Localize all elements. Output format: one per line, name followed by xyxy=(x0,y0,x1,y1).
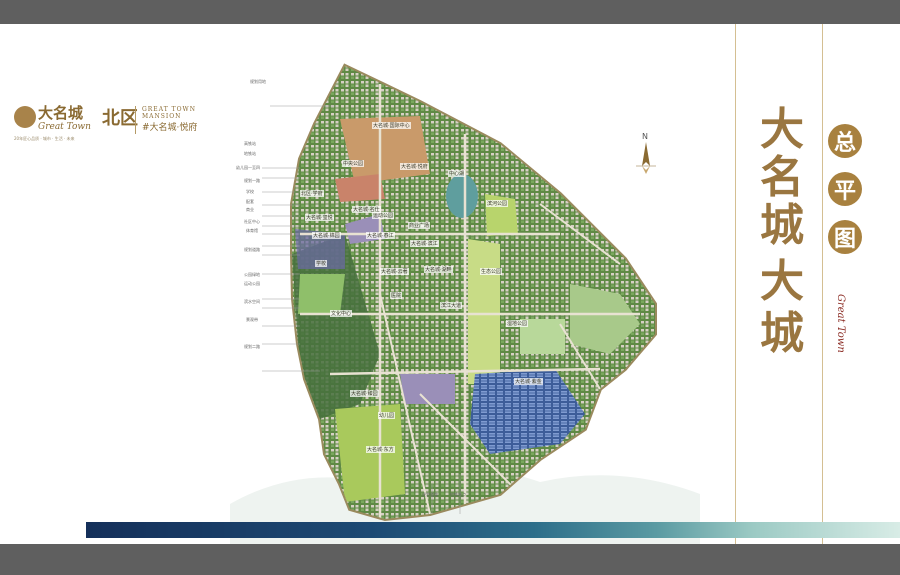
title-badge-2: 平 xyxy=(828,172,862,206)
map-label-12: 大名城·春江 xyxy=(366,232,395,239)
map-label-4: 中心湖 xyxy=(448,170,466,177)
callout-10: 体育馆 xyxy=(246,228,258,233)
plan-board: 大名城 Great Town 20年匠心品质 · 城市 · 生活 · 未来 北区… xyxy=(0,24,900,544)
compass-letter: N xyxy=(642,132,648,141)
title-char-1: 大 xyxy=(760,104,804,155)
map-label-5: 滨河公园 xyxy=(486,200,509,207)
map-label-16: 大名城·云著 xyxy=(380,268,409,275)
map-label-1: 大名城·国际中心 xyxy=(372,122,411,129)
compass: N xyxy=(634,132,658,174)
map-label-15: 大名城·湖畔 xyxy=(424,266,453,273)
callout-8: 商业 xyxy=(246,207,254,212)
logo-cn: 大名城 xyxy=(38,104,84,122)
callout-2: 高铁站 xyxy=(244,141,256,146)
callout-16: 规划二路 xyxy=(244,344,260,349)
map-label-17: 学校 xyxy=(315,260,328,267)
callout-9: 社区中心 xyxy=(244,219,260,224)
callout-11: 规划道路 xyxy=(244,247,260,252)
map-label-13: 大名城·滨江 xyxy=(410,240,439,247)
map-label-21: 湿地公园 xyxy=(506,320,529,327)
map-label-9: 商业广场 xyxy=(408,222,431,229)
map-label-6: 北区·学府 xyxy=(300,190,324,197)
callout-15: 景观带 xyxy=(246,317,258,322)
logo-sub: 20年匠心品质 · 城市 · 生活 · 未来 xyxy=(14,136,75,141)
logo-divider xyxy=(135,106,136,134)
map-label-20: 文化中心 xyxy=(330,310,353,317)
map-label-25: 大名城·东方 xyxy=(366,446,395,453)
brand-logo: 大名城 Great Town 20年匠心品质 · 城市 · 生活 · 未来 北区… xyxy=(14,102,229,162)
callout-5: 规划一路 xyxy=(244,178,260,183)
callout-3: 地铁站 xyxy=(244,151,256,156)
callout-6: 学校 xyxy=(246,189,254,194)
map-label-23: 大名城·臻园 xyxy=(350,390,379,397)
title-char-5: 城 xyxy=(760,308,804,359)
title-char-2: 名 xyxy=(760,152,804,203)
footer-gradient-strip xyxy=(86,522,900,538)
callout-13: 运动公园 xyxy=(244,281,260,286)
map-label-3: 大名城·悦府 xyxy=(400,163,429,170)
logo-seal-icon xyxy=(14,106,36,128)
map-label-18: 医院 xyxy=(390,292,403,299)
callout-4: 幼儿园一至四 xyxy=(236,165,260,170)
map-label-22: 大名城·紫金 xyxy=(514,378,543,385)
callout-14: 滨水空间 xyxy=(244,299,260,304)
title-en: Great Town xyxy=(835,294,846,353)
map-label-24: 幼儿园 xyxy=(378,412,396,419)
logo-en: Great Town xyxy=(38,122,91,132)
map-label-11: 大名城·锦园 xyxy=(312,232,341,239)
mansion-en: GREAT TOWN MANSION xyxy=(142,106,196,120)
title-char-3: 城 xyxy=(760,200,804,251)
map-label-10: 运动公园 xyxy=(372,212,395,219)
title-badge-3: 图 xyxy=(828,220,862,254)
map-label-2: 中央公园 xyxy=(342,160,365,167)
mansion-cn: #大名城·悦府 xyxy=(142,123,198,133)
callout-12: 公园绿地 xyxy=(244,272,260,277)
title-badge-1: 总 xyxy=(828,124,862,158)
map-label-19: 滨江大道 xyxy=(440,302,463,309)
map-label-7: 大名城·玺悦 xyxy=(305,214,334,221)
callout-1: 规划用地 xyxy=(250,79,266,84)
bottom-callout-2: 地铁站点 xyxy=(450,492,466,497)
map-label-14: 生态公园 xyxy=(480,268,503,275)
title-char-4: 大 xyxy=(760,256,804,307)
callout-7: 配套 xyxy=(246,199,254,204)
zone-label: 北区 xyxy=(102,108,138,129)
bottom-callout-1: 规划道路 xyxy=(422,492,438,497)
